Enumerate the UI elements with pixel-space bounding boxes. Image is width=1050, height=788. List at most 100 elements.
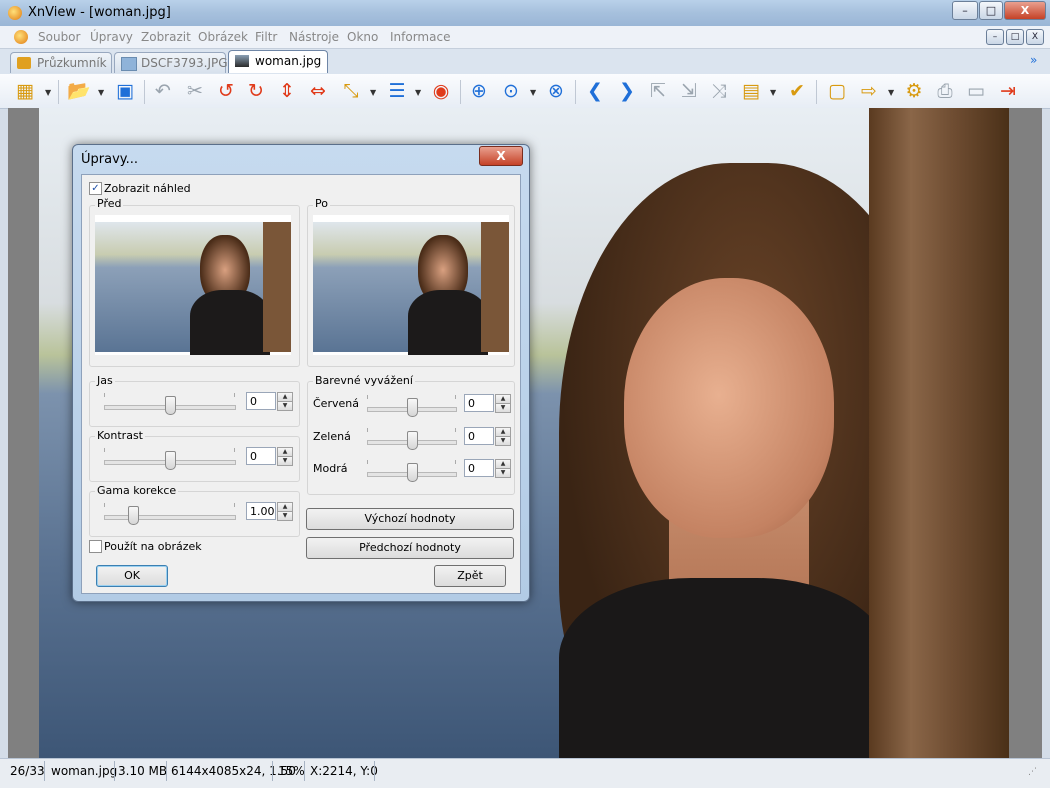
save-icon[interactable]: ▣ — [112, 78, 138, 104]
down-arrow-icon[interactable]: ▼ — [495, 468, 511, 478]
next-icon[interactable]: ❯ — [614, 78, 640, 104]
scan-icon[interactable]: ▭ — [963, 78, 989, 104]
chevron-down-icon[interactable]: ▼ — [98, 88, 105, 97]
brightness-label: Jas — [95, 374, 115, 387]
menu-informace[interactable]: Informace — [390, 30, 450, 44]
down-arrow-icon[interactable]: ▼ — [277, 401, 293, 411]
toolbar-separator — [575, 80, 576, 104]
red-slider[interactable] — [367, 395, 457, 425]
green-knob[interactable] — [407, 431, 418, 450]
contrast-value[interactable]: 0 — [246, 447, 276, 465]
contrast-slider[interactable] — [104, 448, 236, 478]
down-arrow-icon[interactable]: ▼ — [277, 456, 293, 466]
rotate-right-icon[interactable]: ↻ — [243, 78, 269, 104]
menu-filtr[interactable]: Filtr — [255, 30, 277, 44]
child-close-button[interactable]: X — [1026, 29, 1044, 45]
adjust-icon[interactable]: ☰ — [384, 78, 410, 104]
chevron-down-icon[interactable]: ▼ — [370, 88, 377, 97]
slideshow-icon[interactable]: ▤ — [738, 78, 764, 104]
gamma-value[interactable]: 1.00 — [246, 502, 276, 520]
tab-pruzkumnik[interactable]: Průzkumník — [10, 52, 112, 73]
status-separator — [44, 761, 45, 781]
apply-to-image-checkbox[interactable] — [89, 540, 102, 553]
zoom-icon[interactable]: ⊙ — [498, 78, 524, 104]
red-knob[interactable] — [407, 398, 418, 417]
child-minimize-button[interactable]: – — [986, 29, 1004, 45]
menu-obrazek[interactable]: Obrázek — [198, 30, 248, 44]
ok-button[interactable]: OK — [96, 565, 168, 587]
contrast-stepper[interactable]: 0 ▲ ▼ — [246, 447, 293, 466]
chevron-down-icon[interactable]: ▼ — [770, 88, 777, 97]
gamma-stepper[interactable]: 1.00 ▲ ▼ — [246, 502, 293, 521]
previous-icon[interactable]: ❮ — [582, 78, 608, 104]
down-arrow-icon[interactable]: ▼ — [277, 511, 293, 521]
shuffle-icon[interactable]: ⤨ — [706, 78, 732, 104]
maximize-button[interactable]: □ — [979, 1, 1003, 20]
down-arrow-icon[interactable]: ▼ — [495, 436, 511, 446]
cancel-button[interactable]: Zpět — [434, 565, 506, 587]
tab-dscf3793[interactable]: DSCF3793.JPG — [114, 52, 228, 73]
chevron-down-icon[interactable]: ▼ — [888, 88, 895, 97]
blue-stepper[interactable]: 0 ▲ ▼ — [464, 459, 511, 478]
green-stepper[interactable]: 0 ▲ ▼ — [464, 427, 511, 446]
chevron-right-icon[interactable]: » — [1030, 53, 1037, 67]
menu-soubor[interactable]: Soubor — [38, 30, 80, 44]
green-slider[interactable] — [367, 428, 457, 458]
previous-values-button[interactable]: Předchozí hodnoty — [306, 537, 514, 559]
green-value[interactable]: 0 — [464, 427, 494, 445]
favorite-icon[interactable]: ✔ — [784, 78, 810, 104]
close-button[interactable]: X — [1004, 1, 1046, 20]
fullscreen-icon[interactable]: ▢ — [824, 78, 850, 104]
red-eye-icon[interactable]: ◉ — [428, 78, 454, 104]
photo-face — [624, 278, 834, 538]
menu-zobrazit[interactable]: Zobrazit — [141, 30, 191, 44]
blue-knob[interactable] — [407, 463, 418, 482]
chevron-down-icon[interactable]: ▼ — [530, 88, 537, 97]
toolbar-separator — [58, 80, 59, 104]
gamma-slider[interactable] — [104, 503, 236, 533]
open-icon[interactable]: 📂 — [66, 78, 92, 104]
brightness-value[interactable]: 0 — [246, 392, 276, 410]
slider-tick — [234, 503, 235, 507]
chevron-down-icon[interactable]: ▼ — [45, 88, 52, 97]
resize-grip-icon[interactable]: ⋰ — [1028, 767, 1037, 777]
tab-woman[interactable]: woman.jpg — [228, 50, 328, 73]
before-thumbnail — [95, 215, 291, 355]
show-preview-checkbox[interactable]: ✓ — [89, 182, 102, 195]
gamma-knob[interactable] — [128, 506, 139, 525]
blue-slider[interactable] — [367, 460, 457, 490]
defaults-button[interactable]: Výchozí hodnoty — [306, 508, 514, 530]
app-menu-icon[interactable] — [14, 30, 28, 44]
print-icon[interactable]: ⎙ — [932, 78, 958, 104]
contrast-knob[interactable] — [165, 451, 176, 470]
gamma-label: Gama korekce — [95, 484, 179, 497]
zoom-in-icon[interactable]: ⊕ — [466, 78, 492, 104]
dialog-close-button[interactable]: X — [479, 146, 523, 166]
child-restore-button[interactable]: □ — [1006, 29, 1024, 45]
flip-horizontal-icon[interactable]: ⇔ — [305, 78, 331, 104]
brightness-knob[interactable] — [165, 396, 176, 415]
browser-icon[interactable]: ▦ — [12, 78, 38, 104]
last-icon[interactable]: ⇲ — [676, 78, 702, 104]
zoom-fit-icon[interactable]: ⊗ — [543, 78, 569, 104]
rotate-left-icon[interactable]: ↺ — [213, 78, 239, 104]
convert-icon[interactable]: ⇨ — [856, 78, 882, 104]
brightness-stepper[interactable]: 0 ▲ ▼ — [246, 392, 293, 411]
resize-icon[interactable]: ⤡ — [338, 78, 364, 104]
red-value[interactable]: 0 — [464, 394, 494, 412]
cut-icon[interactable]: ✂ — [182, 78, 208, 104]
export-icon[interactable]: ⇥ — [995, 78, 1021, 104]
flip-vertical-icon[interactable]: ⇕ — [274, 78, 300, 104]
chevron-down-icon[interactable]: ▼ — [415, 88, 422, 97]
properties-icon[interactable]: ⚙ — [901, 78, 927, 104]
menu-okno[interactable]: Okno — [347, 30, 378, 44]
brightness-slider[interactable] — [104, 393, 236, 423]
blue-value[interactable]: 0 — [464, 459, 494, 477]
menu-nastroje[interactable]: Nástroje — [289, 30, 339, 44]
red-stepper[interactable]: 0 ▲ ▼ — [464, 394, 511, 413]
undo-icon[interactable]: ↶ — [150, 78, 176, 104]
down-arrow-icon[interactable]: ▼ — [495, 403, 511, 413]
minimize-button[interactable]: – — [952, 1, 978, 20]
menu-upravy[interactable]: Úpravy — [90, 30, 133, 44]
first-icon[interactable]: ⇱ — [645, 78, 671, 104]
